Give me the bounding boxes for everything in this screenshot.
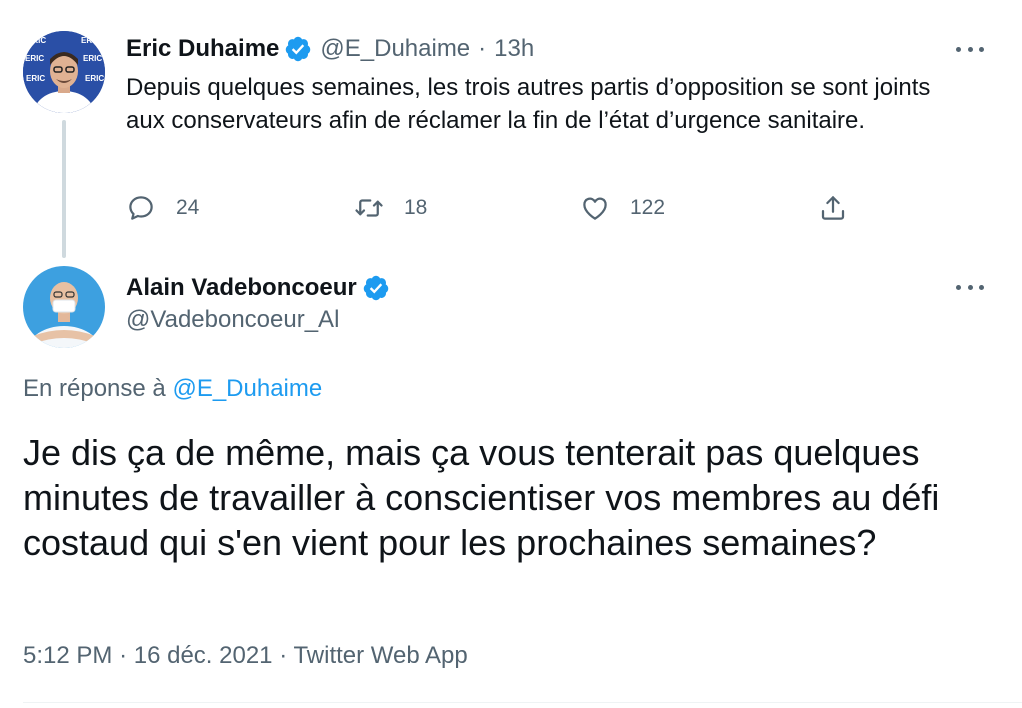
tweet-thread: ERIC ERIC ERIC ERIC ERIC ERIC Eric Duhaime … [0,0,1022,708]
reply-button[interactable]: 24 [126,193,199,223]
separator: · [279,642,288,669]
reply-count: 24 [176,196,200,219]
reply-handle-link[interactable]: @E_Duhaime [172,375,322,402]
svg-text:ERIC: ERIC [85,74,104,83]
reply-context: En réponse à @E_Duhaime [23,375,322,403]
share-button[interactable] [818,193,848,223]
svg-text:ERIC: ERIC [81,36,100,45]
like-icon [583,197,607,220]
svg-text:ERIC: ERIC [83,54,102,63]
avatar[interactable]: ERIC ERIC ERIC ERIC ERIC ERIC [23,31,105,113]
reply-prefix: En réponse à [23,375,166,402]
tweet-time[interactable]: 13h [494,35,534,63]
author-name[interactable]: Eric Duhaime [126,35,279,63]
tweet-source[interactable]: Twitter Web App [293,642,467,669]
like-count: 122 [630,196,666,219]
svg-text:ERIC: ERIC [26,74,45,83]
retweet-button[interactable]: 18 [354,193,427,223]
parent-tweet[interactable]: ERIC ERIC ERIC ERIC ERIC ERIC Eric Duhaime … [0,0,1022,258]
author-handle[interactable]: @Vadeboncoeur_Al [126,306,339,334]
share-icon [821,196,845,220]
svg-text:ERIC: ERIC [27,36,46,45]
thread-line [62,120,66,258]
more-icon[interactable] [956,44,984,54]
like-button[interactable]: 122 [580,193,665,223]
verified-badge-icon [362,274,390,302]
parent-tweet-text: Depuis quelques semaines, les trois autr… [126,74,931,134]
author-name[interactable]: Alain Vadeboncoeur [126,274,357,302]
author-handle[interactable]: @E_Duhaime [320,35,470,63]
tweet-metadata: 5:12 PM · 16 déc. 2021 · Twitter Web App [23,642,468,670]
tweet-time[interactable]: 5:12 PM [23,642,112,669]
retweet-icon [355,199,383,217]
avatar[interactable] [23,266,105,348]
divider [23,702,1022,703]
svg-text:ERIC: ERIC [25,54,44,63]
main-tweet-text: Je dis ça de même, mais ça vous tenterai… [23,432,940,563]
separator: · [478,35,487,62]
reply-icon [129,196,153,220]
more-icon[interactable] [956,282,984,292]
retweet-count: 18 [404,196,428,219]
main-tweet-header: Alain Vadeboncoeur [126,271,390,305]
parent-tweet-header: Eric Duhaime @E_Duhaime · 13h [126,33,534,65]
verified-badge-icon [284,35,312,63]
tweet-date[interactable]: 16 déc. 2021 [134,642,273,669]
separator: · [119,642,128,669]
